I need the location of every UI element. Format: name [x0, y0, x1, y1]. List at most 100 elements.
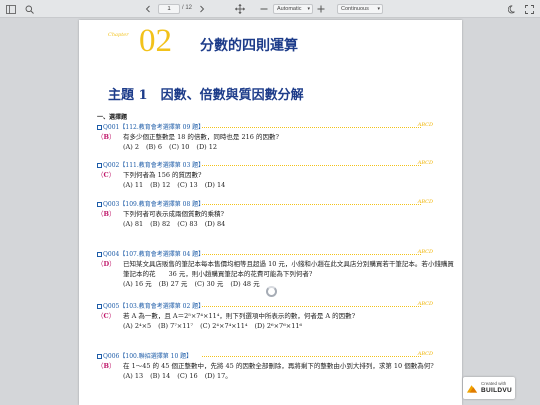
dotted-leader — [202, 356, 421, 357]
checkbox-icon[interactable] — [97, 353, 102, 359]
answer-letter: B — [103, 362, 110, 370]
question-body: （C） 若 A 為一數，且 A＝2⁵×7⁴×11⁴，則下列選項中所表示的數，何者… — [97, 311, 457, 331]
sidebar-toggle-icon[interactable] — [4, 3, 18, 15]
option-b: (B) 27 元 — [158, 280, 188, 288]
viewer-toolbar: / 12 Automatic ▾ Continuous ▾ — [0, 0, 540, 18]
option-b: (B) 7⁷×11⁷ — [158, 322, 194, 330]
document-page: Chapter 02 分數的四則運算 主題 1 因數、倍數與質因數分解 一、選擇… — [79, 20, 462, 405]
answer-marker: （D） — [97, 260, 116, 268]
question-id: Q006 — [103, 353, 120, 360]
chapter-title: 分數的四則運算 — [200, 38, 298, 54]
question-stem: 已知某文具店販售的筆記本每本售價均相等且超過 10 元，小錢和小趙在此文具店分別… — [123, 260, 454, 278]
question-header: Q001【112.教育會考選擇第 09 題】 ABCD — [97, 122, 457, 132]
answer-chip: ABCD — [417, 160, 433, 166]
question-source: 【107.教育會考選擇第 04 題】 — [119, 251, 205, 258]
option-a: (A) 2 — [123, 143, 139, 151]
checkbox-icon[interactable] — [97, 162, 102, 168]
option-d: (D) 14 — [204, 181, 226, 189]
question-item: Q005【103.教育會考選擇第 02 題】 ABCD （C） 若 A 為一數，… — [97, 301, 457, 331]
option-d: (D) 48 元 — [230, 280, 260, 288]
loading-spinner-icon — [266, 286, 277, 297]
answer-chip: ABCD — [417, 199, 433, 205]
next-page-icon[interactable] — [197, 3, 207, 15]
zoom-select[interactable]: Automatic ▾ — [273, 4, 313, 14]
answer-marker: （B） — [97, 210, 116, 218]
zoom-out-icon[interactable] — [259, 3, 269, 15]
answer-letter: D — [103, 260, 110, 268]
question-header: Q006【100.聯招選擇第 10 題】 ABCD — [97, 351, 457, 361]
dotted-leader — [202, 204, 421, 205]
option-c: (C) 2⁴×7⁴×11⁴ — [200, 322, 248, 330]
question-stem: 有多少個正整數是 18 的倍數，同時也是 216 的因數? — [123, 133, 279, 141]
option-c: (C) 16 — [177, 372, 198, 380]
question-id: Q002 — [103, 162, 120, 169]
answer-chip: ABCD — [417, 249, 433, 255]
option-d: (D) 84 — [204, 220, 226, 228]
option-c: (C) 10 — [169, 143, 190, 151]
option-a: (A) 11 — [123, 181, 144, 189]
buildvu-badge[interactable]: Created with BUILDVU — [463, 377, 515, 399]
option-a: (A) 2⁴×5 — [123, 322, 152, 330]
question-item: Q006【100.聯招選擇第 10 題】 ABCD （B） 在 1～45 的 4… — [97, 351, 457, 381]
question-header: Q003【109.教育會考選擇第 08 題】 ABCD — [97, 199, 457, 209]
dotted-leader — [202, 127, 421, 128]
page-total-label: / 12 — [182, 5, 193, 11]
options-row: (A) 2⁴×5 (B) 7⁷×11⁷ (C) 2⁴×7⁴×11⁴ (D) 2⁶… — [123, 321, 457, 331]
question-item: Q001【112.教育會考選擇第 09 題】 ABCD （B） 有多少個正整數是… — [97, 122, 457, 152]
option-a: (A) 13 — [123, 372, 144, 380]
options-row: (A) 11 (B) 12 (C) 13 (D) 14 — [123, 180, 457, 190]
section-label: 一、選擇題 — [97, 114, 128, 121]
checkbox-icon[interactable] — [97, 251, 102, 257]
chevron-down-icon: ▾ — [307, 6, 310, 12]
badge-brand-label: BUILDVU — [481, 386, 512, 394]
question-source: 【109.教育會考選擇第 08 題】 — [119, 201, 205, 208]
question-id: Q001 — [103, 124, 120, 131]
checkbox-icon[interactable] — [97, 124, 102, 130]
dark-mode-icon[interactable] — [506, 3, 518, 15]
option-b: (B) 82 — [150, 220, 171, 228]
option-a: (A) 16 元 — [123, 280, 152, 288]
question-stem: 在 1～45 的 45 個正整數中，先將 45 的因數全部刪除，再將剩下的整數由… — [123, 362, 434, 370]
question-source: 【100.聯招選擇第 10 題】 — [119, 353, 193, 360]
answer-letter: B — [103, 210, 110, 218]
search-icon[interactable] — [23, 3, 35, 15]
options-row: (A) 2 (B) 6 (C) 10 (D) 12 — [123, 142, 457, 152]
option-d: (D) 17。 — [204, 372, 232, 380]
answer-marker: （B） — [97, 362, 116, 370]
question-stem: 若 A 為一數，且 A＝2⁵×7⁴×11⁴，則下列選項中所表示的數，何者是 A … — [123, 312, 356, 320]
question-id: Q005 — [103, 303, 120, 310]
option-c: (C) 13 — [177, 181, 198, 189]
answer-marker: （B） — [97, 133, 116, 141]
option-b: (B) 12 — [150, 181, 171, 189]
chapter-number: 02 — [139, 23, 172, 59]
question-header: Q004【107.教育會考選擇第 04 題】 ABCD — [97, 249, 457, 259]
answer-letter: B — [103, 133, 110, 141]
question-source: 【112.教育會考選擇第 09 題】 — [119, 124, 205, 131]
question-body: （B） 在 1～45 的 45 個正整數中，先將 45 的因數全部刪除，再將剩下… — [97, 361, 457, 381]
chevron-down-icon: ▾ — [377, 6, 380, 12]
question-source: 【103.教育會考選擇第 02 題】 — [119, 303, 205, 310]
option-b: (B) 6 — [145, 143, 163, 151]
question-item: Q002【111.教育會考選擇第 03 題】 ABCD （C） 下列何者為 15… — [97, 160, 457, 190]
dotted-leader — [202, 306, 421, 307]
question-body: （C） 下列何者為 156 的質因數? (A) 11 (B) 12 (C) 13… — [97, 170, 457, 190]
question-source: 【111.教育會考選擇第 03 題】 — [119, 162, 205, 169]
fullscreen-icon[interactable] — [523, 3, 535, 15]
zoom-in-icon[interactable] — [316, 3, 326, 15]
option-d: (D) 12 — [196, 143, 218, 151]
question-body: （B） 有多少個正整數是 18 的倍數，同時也是 216 的因數? (A) 2 … — [97, 132, 457, 152]
topic-heading: 主題 1 因數、倍數與質因數分解 — [108, 88, 304, 103]
scroll-mode-select[interactable]: Continuous ▾ — [337, 4, 383, 14]
question-stem: 下列何者為 156 的質因數? — [123, 171, 202, 179]
answer-letter: C — [103, 171, 109, 179]
pan-tool-icon[interactable] — [234, 3, 246, 15]
answer-marker: （C） — [97, 171, 116, 179]
previous-page-icon[interactable] — [143, 3, 153, 15]
answer-chip: ABCD — [417, 122, 433, 128]
checkbox-icon[interactable] — [97, 303, 102, 309]
buildvu-logo-icon — [466, 384, 478, 393]
answer-chip: ABCD — [417, 301, 433, 307]
checkbox-icon[interactable] — [97, 201, 102, 207]
options-row: (A) 16 元 (B) 27 元 (C) 30 元 (D) 48 元 — [123, 279, 457, 289]
page-number-input[interactable] — [158, 4, 180, 14]
